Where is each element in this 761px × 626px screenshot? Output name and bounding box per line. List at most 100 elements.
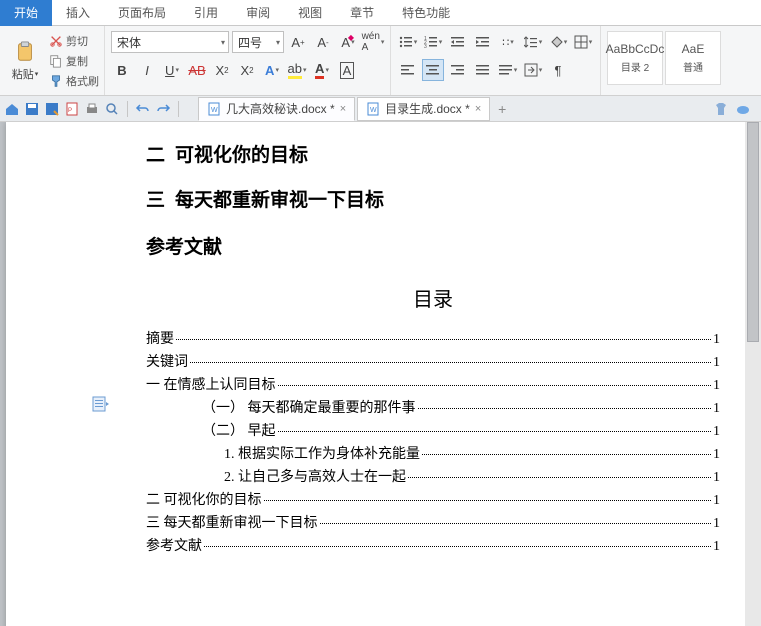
toc-field-icon[interactable]: [92, 396, 110, 412]
menu-tab-review[interactable]: 审阅: [232, 0, 284, 26]
toc-text: 三 每天都重新审视一下目标: [146, 512, 318, 532]
superscript-button[interactable]: X2: [211, 59, 233, 81]
toc-entry[interactable]: 参考文献1: [146, 535, 720, 555]
toc-leader: [422, 454, 711, 455]
scissors-icon: [49, 34, 63, 48]
distribute-button[interactable]: [497, 59, 519, 81]
bold-button[interactable]: B: [111, 59, 133, 81]
menu-tab-start[interactable]: 开始: [0, 0, 52, 26]
phonetic-button[interactable]: wénA: [362, 31, 384, 53]
text-effect-button[interactable]: A: [261, 59, 283, 81]
print-icon[interactable]: [84, 101, 100, 117]
italic-button[interactable]: I: [136, 59, 158, 81]
toc-text: （二） 早起: [202, 420, 276, 440]
line-spacing-button[interactable]: [522, 31, 544, 53]
skin-icon[interactable]: [713, 101, 729, 117]
menu-tab-view[interactable]: 视图: [284, 0, 336, 26]
save-icon[interactable]: [24, 101, 40, 117]
menu-bar: 开始 插入 页面布局 引用 审阅 视图 章节 特色功能: [0, 0, 761, 26]
toc-entry[interactable]: 二 可视化你的目标1: [146, 489, 720, 509]
menu-tab-insert[interactable]: 插入: [52, 0, 104, 26]
clear-format-button[interactable]: A◆: [337, 31, 359, 53]
menu-tab-features[interactable]: 特色功能: [388, 0, 464, 26]
subscript-button[interactable]: X2: [236, 59, 258, 81]
highlight-button[interactable]: ab: [286, 59, 308, 81]
bullets-icon: [399, 35, 413, 49]
distribute-icon: [499, 63, 513, 77]
format-painter-button[interactable]: 格式刷: [49, 73, 99, 89]
grid-icon: [574, 35, 588, 49]
toc-page: 1: [713, 401, 720, 417]
font-color-button[interactable]: A: [311, 59, 333, 81]
svg-text:W: W: [211, 107, 218, 114]
home-icon[interactable]: [4, 101, 20, 117]
grow-font-button[interactable]: A+: [287, 31, 309, 53]
toc-entry[interactable]: 2. 让自己多与高效人士在一起1: [146, 466, 720, 486]
document-page[interactable]: 二可视化你的目标 三每天都重新审视一下目标 参考文献 目录 摘要1关键词1一 在…: [6, 122, 756, 626]
font-size-select[interactable]: 四号: [232, 31, 284, 53]
cut-button[interactable]: 剪切: [49, 33, 99, 49]
increase-indent-button[interactable]: [472, 31, 494, 53]
menu-tab-references[interactable]: 引用: [180, 0, 232, 26]
paste-button[interactable]: 粘贴▾: [5, 29, 45, 92]
cloud-icon[interactable]: [735, 101, 751, 117]
align-justify-button[interactable]: [472, 59, 494, 81]
borders-button[interactable]: [572, 31, 594, 53]
paragraph-group: 123 ∷ ¶: [391, 26, 601, 95]
export-pdf-icon[interactable]: P: [64, 101, 80, 117]
menu-tab-sections[interactable]: 章节: [336, 0, 388, 26]
scrollbar-thumb[interactable]: [747, 122, 759, 342]
vertical-scrollbar[interactable]: [745, 122, 761, 626]
shrink-font-button[interactable]: A-: [312, 31, 334, 53]
decrease-indent-button[interactable]: [447, 31, 469, 53]
svg-text:P: P: [68, 108, 72, 114]
strike-button[interactable]: AB: [186, 59, 208, 81]
copy-button[interactable]: 复制: [49, 53, 99, 69]
quick-access-toolbar: P W 几大高效秘诀.docx * × W 目录生成.docx * × +: [0, 96, 761, 122]
toc-entry[interactable]: 1. 根据实际工作为身体补充能量1: [146, 443, 720, 463]
toc-leader: [278, 431, 712, 432]
toc-leader: [418, 408, 712, 409]
toc-entry[interactable]: （一） 每天都确定最重要的那件事1: [146, 397, 720, 417]
toc-page: 1: [713, 424, 720, 440]
align-left-button[interactable]: [397, 59, 419, 81]
toc-text: 二 可视化你的目标: [146, 489, 262, 509]
style-toc2[interactable]: AaBbCcDc 目录 2: [607, 31, 663, 85]
toc-page: 1: [713, 447, 720, 463]
undo-icon[interactable]: [135, 101, 151, 117]
styles-group: AaBbCcDc 目录 2 AaE 普通: [601, 26, 727, 95]
tab-button[interactable]: [522, 59, 544, 81]
show-marks-button[interactable]: ¶: [547, 59, 569, 81]
doctab-1[interactable]: W 几大高效秘诀.docx * ×: [198, 97, 355, 121]
doctab-2[interactable]: W 目录生成.docx * ×: [357, 97, 490, 121]
heading-2: 二可视化你的目标: [146, 140, 720, 167]
close-tab-icon[interactable]: ×: [340, 103, 346, 115]
redo-icon[interactable]: [155, 101, 171, 117]
align-center-button[interactable]: [422, 59, 444, 81]
bullets-button[interactable]: [397, 31, 419, 53]
underline-button[interactable]: U: [161, 59, 183, 81]
toc-leader: [320, 523, 712, 524]
toc-entry[interactable]: 三 每天都重新审视一下目标1: [146, 512, 720, 532]
align-right-button[interactable]: [447, 59, 469, 81]
toc-entry[interactable]: 摘要1: [146, 328, 720, 348]
style-normal[interactable]: AaE 普通: [665, 31, 721, 85]
shading-button[interactable]: [547, 31, 569, 53]
toc-entry[interactable]: 关键词1: [146, 351, 720, 371]
toc-text: 参考文献: [146, 535, 202, 555]
new-tab-button[interactable]: +: [492, 101, 512, 117]
toc-leader: [190, 362, 711, 363]
justify-icon: [476, 63, 490, 77]
toc-entry[interactable]: （二） 早起 1: [146, 420, 720, 440]
close-tab-icon[interactable]: ×: [475, 103, 481, 115]
text-direction-button[interactable]: ∷: [497, 31, 519, 53]
toc-entry[interactable]: 一 在情感上认同目标1: [146, 374, 720, 394]
font-name-select[interactable]: 宋体: [111, 31, 229, 53]
tab-icon: [524, 63, 538, 77]
aligncenter-icon: [426, 63, 440, 77]
print-preview-icon[interactable]: [104, 101, 120, 117]
numbering-button[interactable]: 123: [422, 31, 444, 53]
menu-tab-layout[interactable]: 页面布局: [104, 0, 180, 26]
saveas-icon[interactable]: [44, 101, 60, 117]
char-border-button[interactable]: A: [336, 59, 358, 81]
